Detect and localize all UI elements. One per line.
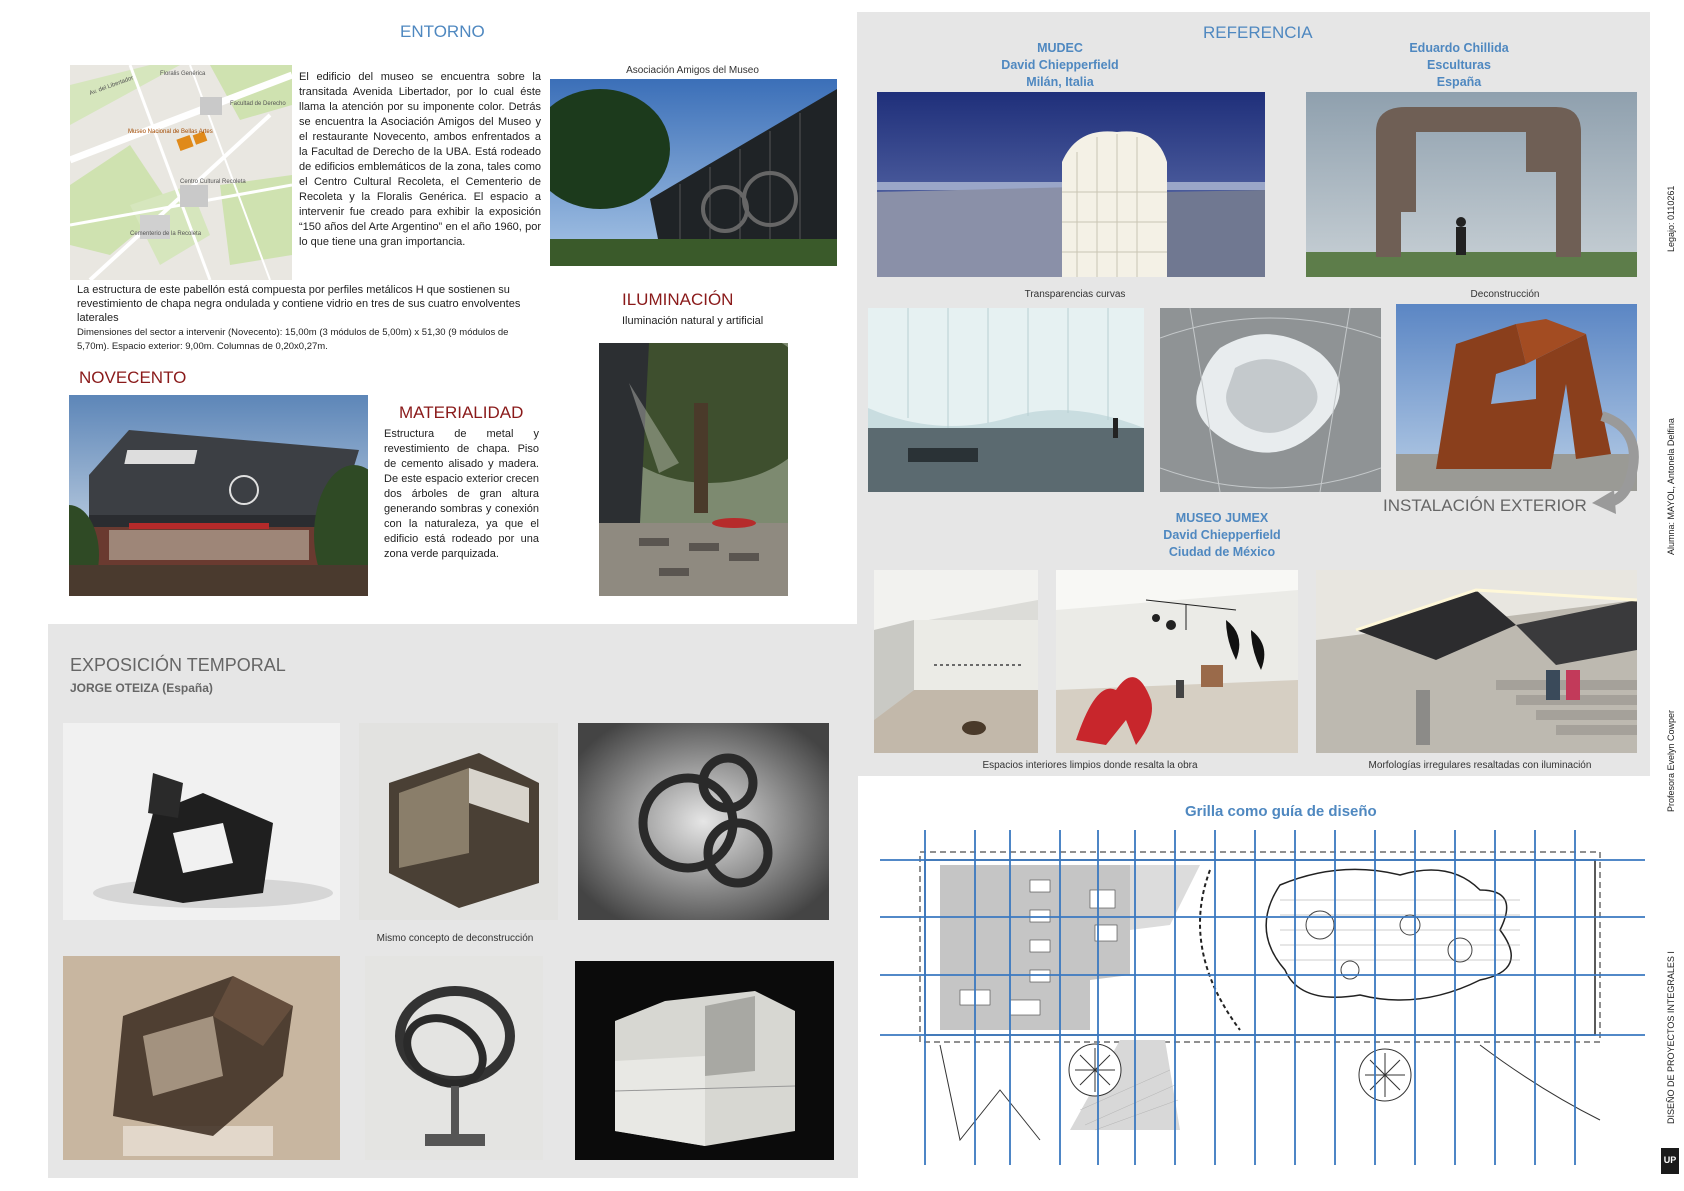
referencia-title: REFERENCIA (1203, 23, 1313, 42)
chillida-line1: Eduardo Chillida (1409, 41, 1509, 55)
sidebar-legajo: Legajo: 0110261 (1666, 185, 1676, 252)
structure-text: La estructura de este pabellón está comp… (77, 284, 521, 324)
jumex-interior-photo-2 (1056, 570, 1298, 753)
jumex-heading: MUSEO JUMEX David Chiepperfield Ciudad d… (1112, 510, 1332, 561)
sidebar-alumna: Alumna: MAYOL, Antonela Delfina (1666, 418, 1676, 555)
jumex-interior-photo-1 (874, 570, 1038, 753)
map-label-cementerio: Cementerio de la Recoleta (130, 231, 202, 237)
oteiza-sculpture-3 (578, 723, 829, 920)
curved-arrow-icon (1592, 411, 1639, 514)
mudec-heading: MUDEC David Chiepperfield Milán, Italia (950, 40, 1170, 91)
map-label-museo: Museo Nacional de Bellas Artes (128, 129, 213, 135)
mudec-line1: MUDEC (1037, 41, 1083, 55)
chillida-caption: Deconstrucción (1470, 289, 1540, 300)
entorno-title: ENTORNO (400, 22, 485, 41)
exposicion-caption: Mismo concepto de deconstrucción (376, 933, 534, 944)
chillida-sculpture-photo (1306, 92, 1637, 277)
materialidad-text: Estructura de metal y revestimiento de c… (384, 428, 539, 560)
map-label-floralis: Floralis Genérica (160, 71, 206, 77)
floor-plan-drawing (880, 830, 1645, 1165)
iluminacion-photo (599, 343, 788, 596)
dimensions-text: Dimensiones del sector a intervenir (Nov… (77, 327, 509, 352)
oteiza-sculpture-2 (359, 723, 558, 920)
map-label-recoleta: Centro Cultural Recoleta (180, 179, 246, 185)
chillida-line2: Esculturas (1427, 58, 1491, 72)
jumex-caption-left: Espacios interiores limpios donde resalt… (982, 760, 1198, 771)
map-label-facultad: Facultad de Derecho (230, 101, 286, 107)
chillida-heading: Eduardo Chillida Esculturas España (1349, 40, 1569, 91)
instalacion-exterior-label: INSTALACIÓN EXTERIOR (1383, 496, 1587, 515)
novecento-title: NOVECENTO (79, 368, 187, 387)
jumex-line1: MUSEO JUMEX (1175, 511, 1269, 525)
oteiza-sculpture-6 (575, 961, 834, 1160)
location-map: Floralis Genérica Facultad de Derecho Mu… (70, 65, 292, 280)
materialidad-title: MATERIALIDAD (399, 403, 524, 422)
asociacion-caption: Asociación Amigos del Museo (626, 65, 759, 76)
mudec-line2: David Chiepperfield (1001, 58, 1119, 72)
entorno-paragraph: El edificio del museo se encuentra sobre… (299, 71, 541, 248)
oteiza-sculpture-4 (63, 956, 340, 1160)
asociacion-photo (550, 79, 837, 266)
iluminacion-title: ILUMINACIÓN (622, 290, 734, 309)
mudec-line3: Milán, Italia (1026, 75, 1094, 89)
mudec-caption: Transparencias curvas (1024, 289, 1126, 300)
mudec-exterior-photo (877, 92, 1265, 277)
iluminacion-subtitle: Iluminación natural y artificial (622, 315, 764, 327)
jumex-line2: David Chiepperfield (1163, 528, 1281, 542)
exposicion-title: EXPOSICIÓN TEMPORAL (70, 655, 286, 675)
mudec-interior-photo (868, 308, 1144, 492)
novecento-photo (69, 395, 368, 596)
sidebar-materia: DISEÑO DE PROYECTOS INTEGRALES I (1666, 951, 1676, 1124)
oteiza-sculpture-1 (63, 723, 340, 920)
jumex-caption-right: Morfologías irregulares resaltadas con i… (1368, 760, 1592, 771)
oteiza-sculpture-5 (365, 956, 543, 1160)
mudec-skylight-photo (1160, 308, 1381, 492)
chillida-line3: España (1436, 75, 1482, 89)
jumex-line3: Ciudad de México (1168, 545, 1276, 559)
exposicion-subtitle: JORGE OTEIZA (España) (70, 681, 213, 695)
grilla-title: Grilla como guía de diseño (1185, 803, 1377, 820)
sidebar-profesora: Profesora Evelyn Cowper (1666, 709, 1676, 812)
university-logo: UP (1661, 1148, 1679, 1174)
jumex-stairs-photo (1316, 570, 1637, 753)
university-logo-text: UP (1663, 1155, 1677, 1165)
